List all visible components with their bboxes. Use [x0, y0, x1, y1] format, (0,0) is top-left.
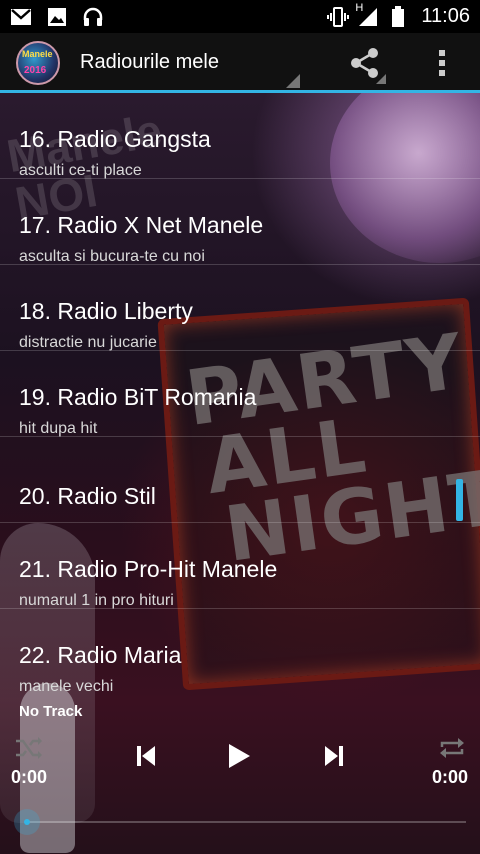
station-subtitle: manele vechi	[19, 678, 114, 695]
more-vert-icon	[439, 50, 445, 76]
next-button[interactable]	[322, 744, 346, 773]
station-row[interactable]: 21. Radio Pro-Hit Manele numarul 1 in pr…	[0, 523, 480, 609]
elapsed-time: 0:00	[11, 767, 48, 787]
battery-icon	[387, 5, 409, 28]
player-panel: No Track 0:00 0:00	[0, 695, 480, 854]
station-name: 16. Radio Gangsta	[19, 126, 211, 152]
station-list[interactable]: 16. Radio Gangsta asculti ce-ti place 17…	[0, 93, 480, 695]
station-name: 19. Radio BiT Romania	[19, 384, 257, 410]
station-row[interactable]: 19. Radio BiT Romania hit dupa hit	[0, 351, 480, 437]
vibrate-icon	[327, 6, 350, 28]
skip-next-icon	[325, 746, 343, 766]
station-subtitle: distractie nu jucarie	[19, 334, 157, 351]
share-menu-indicator	[376, 74, 386, 84]
play-button[interactable]	[226, 742, 252, 775]
title-spinner-indicator	[286, 74, 300, 88]
repeat-button[interactable]	[438, 735, 466, 766]
station-row[interactable]: 18. Radio Liberty distractie nu jucarie	[0, 265, 480, 351]
seek-thumb[interactable]	[14, 809, 40, 835]
page-title[interactable]: Radiourile mele	[80, 51, 219, 74]
skip-previous-icon	[137, 746, 155, 766]
overflow-menu-button[interactable]	[434, 47, 450, 79]
station-name: 20. Radio Stil	[19, 483, 156, 509]
station-row[interactable]: 20. Radio Stil	[0, 437, 480, 523]
seek-track	[26, 821, 466, 823]
station-row[interactable]: 17. Radio X Net Manele asculta si bucura…	[0, 179, 480, 265]
shuffle-button[interactable]	[14, 735, 44, 766]
station-name: 21. Radio Pro-Hit Manele	[19, 556, 278, 582]
clock: 11:06	[421, 5, 470, 27]
logo-year: 2016	[24, 65, 47, 76]
signal-icon: H	[355, 2, 379, 28]
headset-icon	[82, 6, 104, 28]
station-row[interactable]: 22. Radio Maria manele vechi	[0, 609, 480, 695]
previous-button[interactable]	[134, 744, 158, 773]
seek-bar[interactable]	[14, 807, 466, 837]
logo-text: Manele	[22, 49, 53, 59]
app-logo[interactable]: Manele 2016	[16, 41, 60, 85]
image-icon	[46, 6, 68, 28]
total-duration: 0:00	[432, 767, 469, 787]
gmail-icon	[10, 6, 32, 28]
repeat-icon	[440, 738, 464, 758]
station-name: 22. Radio Maria	[19, 642, 182, 668]
station-name: 17. Radio X Net Manele	[19, 212, 264, 238]
station-subtitle: numarul 1 in pro hituri	[19, 592, 174, 609]
station-name: 18. Radio Liberty	[19, 298, 193, 324]
station-subtitle: hit dupa hit	[19, 420, 98, 437]
list-scrollbar[interactable]	[456, 479, 463, 521]
network-type-label: H	[355, 1, 364, 14]
station-subtitle: asculti ce-ti place	[19, 162, 142, 179]
shuffle-icon	[16, 737, 42, 759]
station-subtitle: asculta si bucura-te cu noi	[19, 248, 205, 265]
play-icon	[229, 744, 250, 768]
status-bar: H 11:06	[0, 0, 480, 33]
action-bar: Manele 2016 Radiourile mele	[0, 33, 480, 93]
track-title: No Track	[19, 703, 83, 720]
station-row[interactable]: 16. Radio Gangsta asculti ce-ti place	[0, 93, 480, 179]
